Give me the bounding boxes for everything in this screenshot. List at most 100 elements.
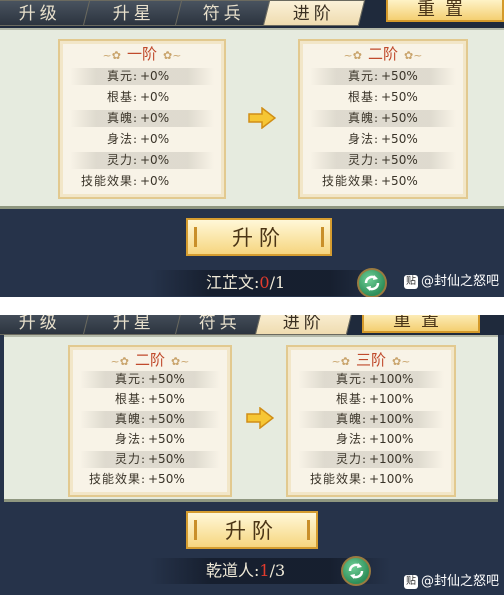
stat-value: +50% <box>148 452 185 466</box>
material-cost: 乾道人:1/3 <box>206 558 285 584</box>
stat-row: 真元: +100% <box>298 371 444 388</box>
stat-value: +0% <box>140 111 170 125</box>
stat-row: 真元: +50% <box>80 371 220 388</box>
stat-name: 真元: <box>347 69 379 83</box>
stat-row: 身法: +100% <box>298 431 444 448</box>
stat-name: 真元: <box>335 372 367 386</box>
tab-star[interactable]: 升星 <box>82 0 186 26</box>
tab-advance[interactable]: 进阶 <box>254 315 354 335</box>
stat-name: 技能效果: <box>88 472 146 486</box>
stat-value: +100% <box>369 412 414 426</box>
tab-star[interactable]: 升星 <box>82 315 186 335</box>
stat-value: +50% <box>148 432 185 446</box>
stat-name: 技能效果: <box>80 174 138 188</box>
stat-value: +0% <box>140 132 170 146</box>
stat-name: 技能效果: <box>309 472 367 486</box>
right-arrow-icon <box>248 107 276 129</box>
screenshot-divider <box>0 297 504 315</box>
stat-row: 灵力: +50% <box>80 451 220 468</box>
stat-name: 根基: <box>347 90 379 104</box>
card-title: ~✿ 二阶 ✿~ <box>110 351 190 369</box>
tab-label: 进阶 <box>282 315 325 333</box>
tab-label: 升级 <box>18 315 61 333</box>
tier-title: 三阶 <box>355 351 386 369</box>
tab-bar: 升级 升星 符兵 进阶 重置 <box>0 315 504 335</box>
tier-title: 二阶 <box>367 45 398 63</box>
stat-value: +0% <box>140 69 170 83</box>
stat-row: 根基: +100% <box>298 391 444 408</box>
stat-row: 真魄: +0% <box>70 110 214 127</box>
stat-value: +50% <box>148 412 185 426</box>
material-owned: 0 <box>259 273 270 292</box>
material-cost: 江芷文:0/1 <box>206 270 285 296</box>
stat-name: 身法: <box>106 132 138 146</box>
advance-button[interactable]: 升阶 <box>186 511 318 549</box>
tab-weapon[interactable]: 符兵 <box>174 315 266 335</box>
refresh-icon[interactable] <box>357 268 387 297</box>
stat-name: 技能效果: <box>321 174 379 188</box>
stat-value: +50% <box>381 69 418 83</box>
material-name: 江芷文: <box>206 273 260 292</box>
stat-name: 身法: <box>114 432 146 446</box>
stat-value: +100% <box>369 472 414 486</box>
stat-value: +50% <box>148 472 185 486</box>
material-required: /3 <box>269 561 286 580</box>
stat-value: +100% <box>369 372 414 386</box>
stat-value: +100% <box>369 392 414 406</box>
card-title: ~✿ 三阶 ✿~ <box>331 351 411 369</box>
tab-advance[interactable]: 进阶 <box>262 0 366 26</box>
stats-area: ~✿ 一阶 ✿~ 真元: +0% 根基: +0% 真魄: +0% 身法: +0% 灵力: +0… <box>0 28 504 209</box>
stat-row: 技能效果: +0% <box>70 173 214 190</box>
reset-button[interactable]: 重置 <box>386 0 504 22</box>
stat-name: 灵力: <box>106 153 138 167</box>
stat-name: 灵力: <box>114 452 146 466</box>
current-tier-card: ~✿ 二阶 ✿~ 真元: +50% 根基: +50% 真魄: +50% 身法: +50% 灵… <box>68 345 232 497</box>
tier-title: 二阶 <box>134 351 165 369</box>
tab-upgrade[interactable]: 升级 <box>0 315 92 335</box>
tieba-logo-icon: 贴 <box>404 274 418 289</box>
stat-row: 根基: +50% <box>80 391 220 408</box>
card-title: ~✿ 一阶 ✿~ <box>102 45 182 63</box>
stat-value: +0% <box>140 153 170 167</box>
advance-button[interactable]: 升阶 <box>186 218 332 256</box>
stat-row: 技能效果: +50% <box>80 471 220 488</box>
stat-row: 技能效果: +50% <box>310 173 456 190</box>
stat-value: +50% <box>381 153 418 167</box>
tieba-logo-icon: 贴 <box>404 574 418 589</box>
stat-row: 真魄: +50% <box>310 110 456 127</box>
advance-panel-2: 升级 升星 符兵 进阶 重置 ~✿ 二阶 ✿~ 真元: +50% 根基: +50% 真魄… <box>0 315 504 595</box>
stat-value: +50% <box>381 90 418 104</box>
tab-label: 升星 <box>112 315 155 333</box>
stat-row: 灵力: +100% <box>298 451 444 468</box>
stat-name: 真魄: <box>114 412 146 426</box>
stat-row: 根基: +0% <box>70 89 214 106</box>
watermark-text: @封仙之怒吧 <box>421 574 500 589</box>
stat-name: 真魄: <box>347 111 379 125</box>
stat-value: +100% <box>369 452 414 466</box>
tab-label: 符兵 <box>198 315 241 333</box>
tab-weapon[interactable]: 符兵 <box>174 0 274 26</box>
stat-value: +50% <box>148 372 185 386</box>
stat-row: 真元: +0% <box>70 68 214 85</box>
stat-value: +50% <box>381 111 418 125</box>
stat-row: 身法: +50% <box>80 431 220 448</box>
stat-name: 根基: <box>106 90 138 104</box>
stat-row: 技能效果: +100% <box>298 471 444 488</box>
stat-value: +50% <box>381 132 418 146</box>
stat-name: 真元: <box>114 372 146 386</box>
watermark: 贴 @封仙之怒吧 <box>404 273 499 291</box>
current-tier-card: ~✿ 一阶 ✿~ 真元: +0% 根基: +0% 真魄: +0% 身法: +0% 灵力: +0… <box>58 39 226 199</box>
tab-upgrade[interactable]: 升级 <box>0 0 92 26</box>
stat-name: 身法: <box>335 432 367 446</box>
stat-name: 根基: <box>335 392 367 406</box>
reset-button[interactable]: 重置 <box>362 315 480 333</box>
next-tier-card: ~✿ 三阶 ✿~ 真元: +100% 根基: +100% 真魄: +100% 身法: +10… <box>286 345 456 497</box>
stat-row: 真元: +50% <box>310 68 456 85</box>
stat-value: +0% <box>140 90 170 104</box>
stat-name: 身法: <box>347 132 379 146</box>
material-name: 乾道人: <box>206 561 260 580</box>
tier-title: 一阶 <box>126 45 157 63</box>
refresh-icon[interactable] <box>341 556 371 586</box>
stat-value: +50% <box>148 392 185 406</box>
tab-label: 进阶 <box>292 4 335 24</box>
